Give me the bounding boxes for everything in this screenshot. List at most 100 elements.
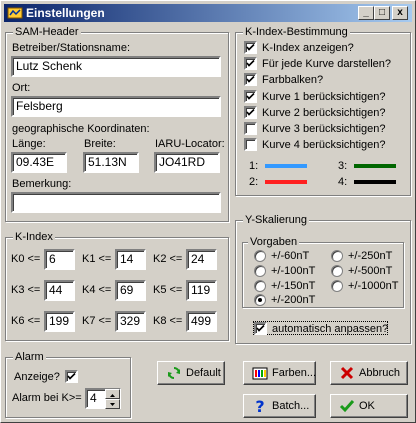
alarm-threshold-label: Alarm bei K>= [12, 392, 82, 404]
yscale-radio-option[interactable]: +/-100nT [254, 264, 324, 278]
yscale-radio[interactable] [254, 264, 266, 277]
kindex-option-checkbox[interactable]: Kurve 3 berücksichtigen? [244, 122, 404, 136]
location-label: Ort: [12, 82, 31, 94]
kindex-option-check[interactable] [244, 89, 257, 103]
yscale-radio-label: +/-250nT [348, 250, 393, 262]
kindex-threshold-label: K8 <= [153, 315, 183, 327]
minimize-button[interactable]: _ [358, 6, 374, 20]
sam-header-legend: SAM-Header [13, 25, 81, 39]
yscale-radio-label: +/-150nT [271, 279, 316, 292]
yscale-radio[interactable] [254, 294, 266, 307]
yscale-radio-option[interactable]: +/-250nT [331, 249, 403, 263]
colors-button-label: Farben... [272, 367, 317, 379]
width-label: Breite: [84, 138, 116, 150]
window-title: Einstellungen [26, 6, 105, 20]
yscale-radio-label: +/-1000nT [348, 279, 399, 292]
yscale-radio-option[interactable]: +/-500nT [331, 264, 403, 278]
coordinates-label: geographische Koordinaten: [12, 123, 150, 135]
kindex-option-checkbox[interactable]: Kurve 1 berücksichtigen? [244, 89, 404, 104]
kindex-threshold-label: K0 <= [11, 253, 41, 265]
kindex-option-checkbox[interactable]: K-Index anzeigen? [244, 41, 404, 55]
check-icon [246, 76, 255, 84]
kindex-threshold-label: K3 <= [11, 284, 41, 296]
operator-field[interactable]: Lutz Schenk [11, 56, 221, 77]
remark-field[interactable] [11, 192, 221, 213]
alarm-threshold-spinner[interactable] [105, 389, 120, 409]
radio-selected-dot [258, 298, 262, 303]
yscale-legend: Y-Skalierung [243, 213, 309, 227]
yscale-radio-option[interactable]: +/-60nT [254, 249, 324, 263]
alarm-show-checkbox[interactable] [65, 370, 78, 383]
yscale-radio[interactable] [331, 264, 343, 277]
ok-button-label: OK [359, 400, 375, 412]
kindex-option-check[interactable] [244, 73, 257, 87]
iaru-label: IARU-Locator: [155, 138, 225, 150]
width-field[interactable]: 51.13N [83, 152, 139, 173]
kindex-threshold-field[interactable]: 499 [186, 311, 217, 332]
kindex-option-checkbox[interactable]: Kurve 4 berücksichtigen? [244, 138, 404, 152]
kindex-option-label: Kurve 2 berücksichtigen? [262, 106, 386, 119]
curve-label: 3: [338, 160, 348, 172]
check-icon [246, 43, 255, 51]
kindex-option-label: Kurve 3 berücksichtigen? [262, 123, 386, 135]
yscale-radio[interactable] [254, 250, 266, 262]
kindex-legend: K-Index [13, 230, 55, 244]
kindex-threshold-field[interactable]: 69 [115, 280, 146, 301]
auto-scale-checkbox[interactable]: automatisch anpassen? [253, 321, 388, 335]
iaru-field[interactable]: JO41RD [154, 152, 220, 173]
vorgaben-legend: Vorgaben [248, 235, 300, 249]
curve-color-swatch [354, 180, 396, 184]
length-field[interactable]: 09.43E [11, 152, 67, 173]
yscale-radio[interactable] [331, 250, 343, 262]
kindex-threshold-field[interactable]: 119 [186, 280, 217, 301]
color-palette-icon [252, 367, 268, 380]
spin-up-button[interactable] [105, 389, 120, 399]
yscale-radio-label: +/-200nT [271, 294, 316, 307]
close-button[interactable]: x [392, 6, 408, 20]
svg-text:?: ? [255, 398, 264, 414]
kindex-option-checkbox[interactable]: Für jede Kurve darstellen? [244, 57, 404, 71]
yscale-radio-label: +/-60nT [271, 250, 310, 262]
kindex-threshold-field[interactable]: 44 [44, 280, 75, 301]
cancel-button[interactable]: Abbruch [330, 361, 408, 385]
yscale-radio-option[interactable]: +/-1000nT [331, 279, 403, 293]
alarm-legend: Alarm [13, 350, 46, 364]
remark-label: Bemerkung: [12, 178, 72, 190]
settings-dialog: Einstellungen _ □ x SAM-Header Betreiber… [0, 0, 416, 423]
app-icon [7, 7, 23, 19]
kindex-option-check[interactable] [244, 105, 257, 119]
cancel-button-label: Abbruch [359, 367, 400, 379]
yscale-radio[interactable] [254, 279, 266, 292]
kindex-threshold-field[interactable]: 199 [44, 311, 75, 332]
batch-button-label: Batch... [272, 400, 310, 412]
auto-scale-check[interactable] [254, 322, 267, 335]
ok-button[interactable]: OK [330, 394, 408, 418]
alarm-show-label: Anzeige? [14, 371, 60, 383]
yscale-radio-option[interactable]: +/-150nT [254, 279, 324, 293]
kindex-threshold-field[interactable]: 6 [44, 249, 75, 270]
kindex-option-check[interactable] [244, 138, 257, 152]
kindex-threshold-field[interactable]: 24 [186, 249, 217, 270]
default-button-label: Default [186, 367, 221, 379]
default-button[interactable]: Default [157, 361, 225, 385]
kindex-threshold-field[interactable]: 14 [115, 249, 146, 270]
kindex-option-checkbox[interactable]: Farbbalken? [244, 73, 404, 87]
kindex-option-checkbox[interactable]: Kurve 2 berücksichtigen? [244, 105, 404, 120]
question-mark-icon: ? [255, 398, 264, 414]
kindex-threshold-label: K1 <= [82, 253, 112, 265]
check-icon [246, 92, 255, 100]
yscale-radio-option[interactable]: +/-200nT [254, 293, 324, 307]
spin-down-button[interactable] [105, 399, 120, 409]
kindex-threshold-field[interactable]: 329 [115, 311, 146, 332]
batch-button[interactable]: ? Batch... [243, 394, 316, 418]
kindex-option-check[interactable] [244, 41, 257, 54]
checkmark-icon [339, 400, 355, 413]
location-field[interactable]: Felsberg [11, 96, 221, 117]
colors-button[interactable]: Farben... [243, 361, 316, 385]
title-bar[interactable]: Einstellungen _ □ x [4, 4, 412, 22]
yscale-radio[interactable] [331, 279, 343, 292]
kindex-option-check[interactable] [244, 122, 257, 135]
maximize-button[interactable]: □ [374, 6, 390, 20]
kindex-option-check[interactable] [244, 57, 257, 71]
check-icon [246, 108, 255, 116]
